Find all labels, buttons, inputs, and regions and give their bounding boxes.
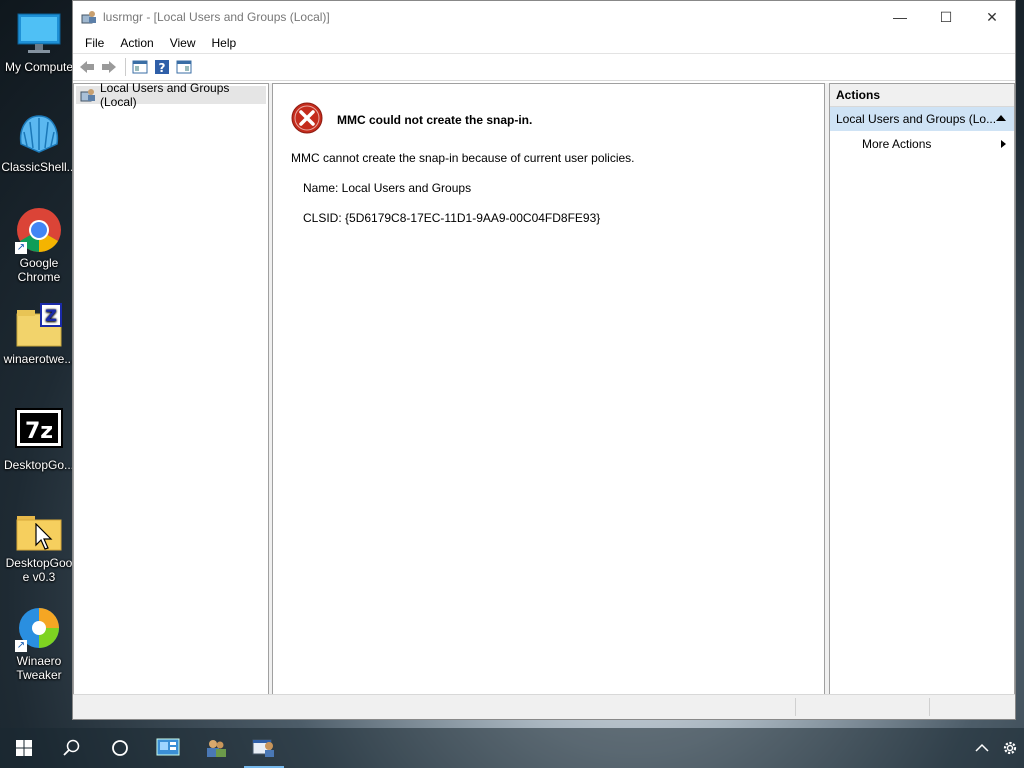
tree-item-local-users-and-groups[interactable]: Local Users and Groups (Local) (76, 81, 266, 109)
close-button[interactable]: ✕ (969, 1, 1015, 33)
settings-tray-button[interactable] (996, 728, 1024, 768)
snapin-name: Name: Local Users and Groups (303, 181, 472, 195)
maximize-button[interactable]: ☐ (923, 1, 969, 33)
console-tree: Local Users and Groups (Local) (73, 81, 269, 695)
error-icon (291, 102, 323, 137)
show-hide-console-tree-button[interactable] (130, 57, 150, 77)
winaero-icon: ↗ (15, 604, 63, 652)
toolbar-separator (125, 58, 126, 76)
mouse-cursor-icon (35, 523, 53, 550)
search-button[interactable] (48, 728, 96, 768)
search-icon (63, 739, 80, 756)
shortcut-arrow-icon: ↗ (15, 242, 27, 254)
actions-section-local-users-and-groups[interactable]: Local Users and Groups (Lo... (830, 107, 1014, 132)
sevenzip-icon: 7z (15, 408, 63, 456)
taskbar-mmc[interactable] (240, 728, 288, 768)
desktop-icon-label: ClassicShell... (1, 160, 77, 174)
taskbar-control-panel[interactable] (144, 728, 192, 768)
cortana-button[interactable] (96, 728, 144, 768)
mmc-window[interactable]: lusrmgr - [Local Users and Groups (Local… (72, 0, 1016, 720)
desktop-icon-winaerotweaker-zip[interactable]: Z winaerotwe... (0, 302, 78, 366)
title-bar[interactable]: lusrmgr - [Local Users and Groups (Local… (73, 1, 1015, 33)
forward-arrow-icon (102, 61, 116, 73)
status-bar (73, 694, 1015, 719)
console-tree-icon (132, 60, 148, 74)
show-hidden-icons-button[interactable] (968, 728, 996, 768)
help-icon: ? (155, 60, 169, 75)
desktop-icon-label: DesktopGoo e v0.3 (5, 556, 73, 584)
svg-text:7z: 7z (25, 419, 53, 444)
panes: Local Users and Groups (Local) MMC could… (73, 81, 1015, 695)
status-divider (929, 698, 930, 716)
users-icon (207, 740, 226, 757)
monitor-icon (15, 10, 63, 58)
status-divider (795, 698, 796, 716)
submenu-arrow-icon (1001, 140, 1006, 148)
menu-view[interactable]: View (162, 36, 204, 50)
menu-action[interactable]: Action (112, 36, 161, 50)
desktop-icon-my-computer[interactable]: My Compute (0, 10, 78, 74)
svg-text:?: ? (159, 61, 166, 75)
more-actions-item[interactable]: More Actions (830, 132, 1014, 156)
back-button[interactable] (77, 57, 97, 77)
chrome-icon: ↗ (15, 206, 63, 254)
zip-folder-icon: Z (15, 302, 63, 350)
desktop-icon-label: winaerotwe... (3, 352, 75, 366)
desktop-icon-label: Winaero Tweaker (16, 654, 62, 682)
taskbar (0, 728, 1024, 768)
svg-text:Z: Z (45, 306, 57, 325)
mmc-icon (252, 739, 274, 757)
error-title: MMC could not create the snap-in. (337, 112, 533, 127)
tree-item-label: Local Users and Groups (Local) (100, 81, 230, 109)
cortana-icon (112, 740, 128, 756)
error-header: MMC could not create the snap-in. (291, 102, 532, 137)
start-button[interactable] (0, 728, 48, 768)
desktop-icon-label: Google Chrome (17, 256, 61, 284)
collapse-triangle-icon (996, 115, 1006, 121)
minimize-button[interactable]: ― (877, 1, 923, 33)
back-arrow-icon (80, 61, 94, 73)
show-hide-action-pane-button[interactable] (174, 57, 194, 77)
window-title: lusrmgr - [Local Users and Groups (Local… (103, 10, 330, 24)
system-tray (968, 728, 1024, 768)
action-pane-icon (176, 60, 192, 74)
gear-icon (1003, 741, 1017, 755)
actions-pane: Actions Local Users and Groups (Lo... Mo… (829, 83, 1015, 695)
control-panel-icon (156, 738, 180, 756)
menu-help[interactable]: Help (204, 36, 245, 50)
forward-button[interactable] (99, 57, 119, 77)
snapin-clsid: CLSID: {5D6179C8-17EC-11D1-9AA9-00C04FD8… (303, 211, 601, 225)
desktop-icon-label: My Compute (4, 60, 74, 74)
desktop-icon-label: DesktopGo... (3, 458, 75, 472)
help-button[interactable]: ? (152, 57, 172, 77)
desktop-icon-winaero-tweaker[interactable]: ↗ Winaero Tweaker (0, 604, 78, 682)
more-actions-label: More Actions (862, 137, 932, 151)
desktop-icon-google-chrome[interactable]: ↗ Google Chrome (0, 206, 78, 284)
shell-icon (15, 110, 63, 158)
desktop-icon-classicshell[interactable]: ClassicShell... (0, 110, 78, 174)
toolbar: ? (73, 53, 1015, 81)
actions-header: Actions (830, 84, 1014, 107)
menu-bar: File Action View Help (73, 33, 1015, 53)
actions-section-label: Local Users and Groups (Lo... (836, 112, 997, 126)
menu-file[interactable]: File (77, 36, 112, 50)
error-message: MMC cannot create the snap-in because of… (291, 151, 635, 165)
users-group-icon (80, 88, 96, 102)
taskbar-users[interactable] (192, 728, 240, 768)
windows-logo-icon (16, 740, 32, 756)
result-pane: MMC could not create the snap-in. MMC ca… (272, 83, 825, 695)
desktop-icon-7zip[interactable]: 7z DesktopGo... (0, 408, 78, 472)
users-app-icon (81, 9, 97, 25)
chevron-up-icon (975, 743, 989, 752)
shortcut-arrow-icon: ↗ (15, 640, 27, 652)
